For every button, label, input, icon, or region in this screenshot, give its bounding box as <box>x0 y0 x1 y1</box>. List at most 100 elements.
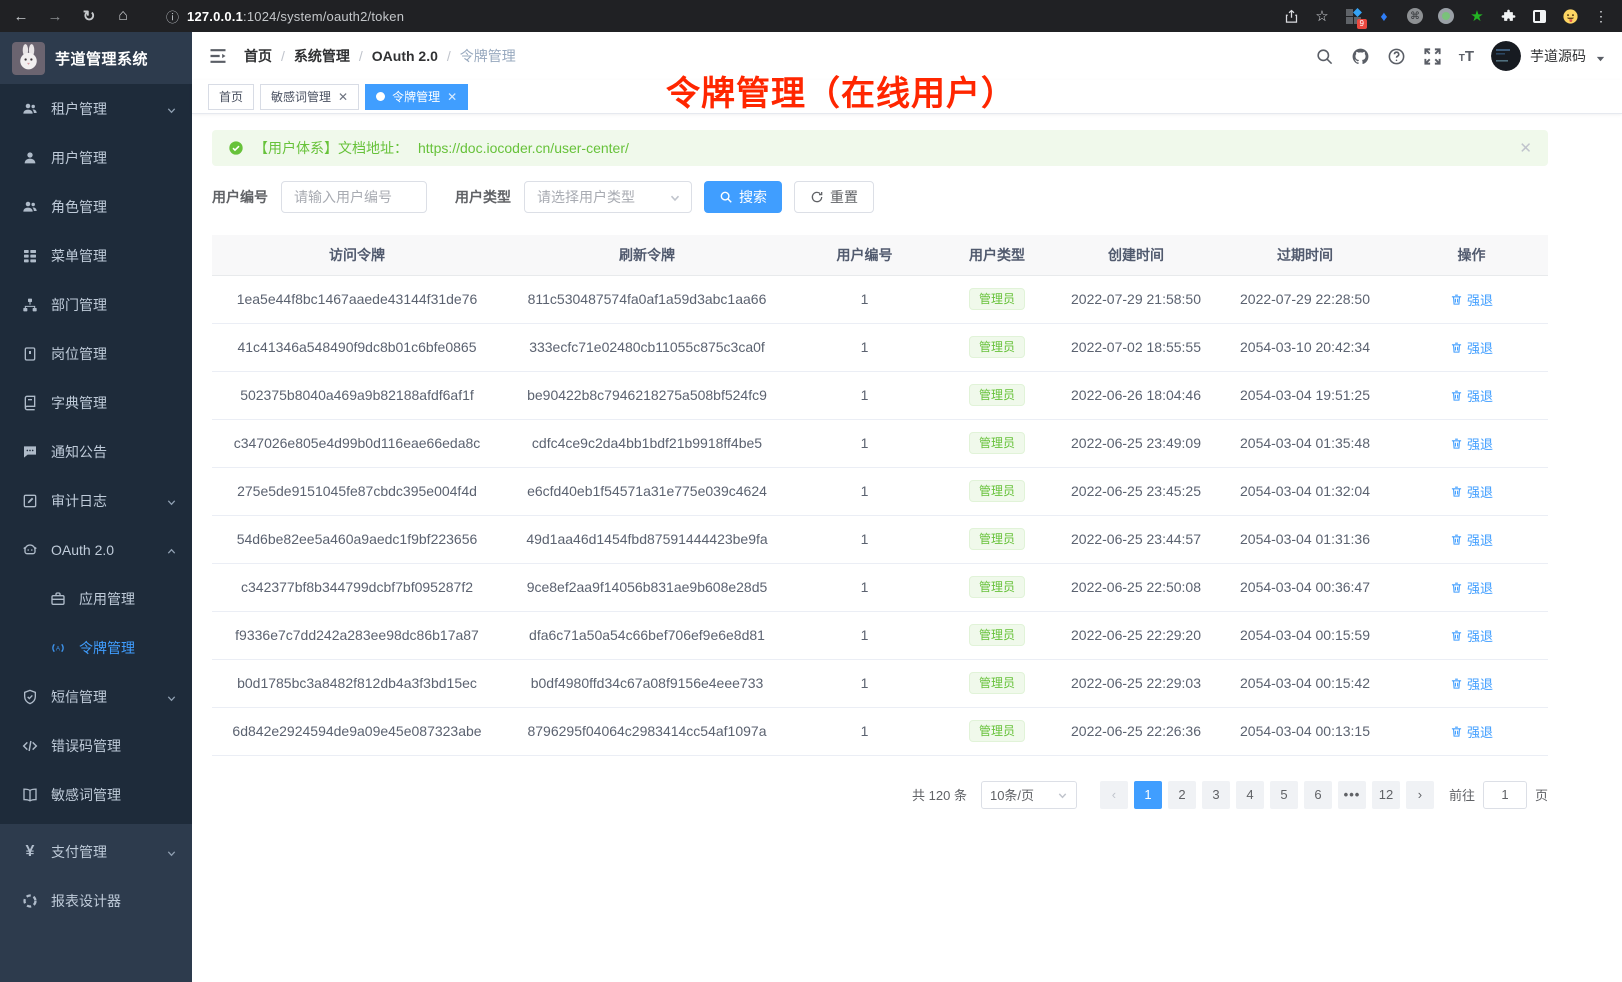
goto-page-input[interactable]: 1 <box>1483 781 1527 809</box>
split-screen-icon[interactable] <box>1530 7 1548 25</box>
force-logout-button[interactable]: 强退 <box>1450 674 1493 693</box>
sidebar-item-audit[interactable]: 审计日志 <box>0 476 192 525</box>
pager: ‹123456•••12› <box>1097 781 1437 809</box>
trash-icon <box>1450 485 1463 498</box>
sidebar-item-report[interactable]: 报表设计器 <box>0 876 192 925</box>
home-icon[interactable]: ⌂ <box>114 7 132 25</box>
extension-gem-icon[interactable]: ♦ <box>1375 7 1393 25</box>
sidebar-item-menu[interactable]: 菜单管理 <box>0 231 192 280</box>
chevron-down-icon <box>166 691 177 702</box>
user-id-input[interactable]: 请输入用户编号 <box>281 181 427 213</box>
sidebar-item-dept[interactable]: 部门管理 <box>0 280 192 329</box>
search-button[interactable]: 搜索 <box>704 181 782 213</box>
fullscreen-icon[interactable] <box>1423 47 1442 66</box>
sidebar-item-errorcode[interactable]: 错误码管理 <box>0 721 192 770</box>
close-icon[interactable]: ✕ <box>338 90 348 104</box>
tab-label: 首页 <box>219 88 243 105</box>
page-button-1[interactable]: 1 <box>1134 781 1162 809</box>
sidebar-item-pay[interactable]: ¥支付管理 <box>0 827 192 876</box>
avatar[interactable] <box>1491 41 1521 71</box>
back-icon[interactable]: ← <box>12 8 30 25</box>
reload-icon[interactable]: ↻ <box>80 7 98 25</box>
alert-doc-link[interactable]: https://doc.iocoder.cn/user-center/ <box>418 140 629 156</box>
force-logout-button[interactable]: 强退 <box>1450 578 1493 597</box>
close-icon[interactable]: ✕ <box>447 90 457 104</box>
force-logout-button[interactable]: 强退 <box>1450 434 1493 453</box>
sidebar-item-user[interactable]: 用户管理 <box>0 133 192 182</box>
force-logout-button[interactable]: 强退 <box>1450 722 1493 741</box>
share-icon[interactable] <box>1282 7 1300 25</box>
sidebar-item-sms[interactable]: 短信管理 <box>0 672 192 721</box>
logo-rabbit-image <box>12 42 45 75</box>
prev-page-button[interactable]: ‹ <box>1100 781 1128 809</box>
forward-icon[interactable]: → <box>46 8 64 25</box>
page-size-select[interactable]: 10条/页 <box>981 781 1077 809</box>
url-text: 127.0.0.1:1024/system/oauth2/token <box>187 9 404 24</box>
page-button-6[interactable]: 6 <box>1304 781 1332 809</box>
close-icon[interactable]: ✕ <box>1519 139 1532 157</box>
user-type-select[interactable]: 请选择用户类型 <box>524 181 692 213</box>
page-button-2[interactable]: 2 <box>1168 781 1196 809</box>
sidebar-item-post[interactable]: 岗位管理 <box>0 329 192 378</box>
bookmark-star-icon[interactable]: ☆ <box>1313 7 1331 25</box>
force-logout-button[interactable]: 强退 <box>1450 290 1493 309</box>
breadcrumb-item[interactable]: 系统管理 <box>294 46 350 66</box>
tab-敏感词管理[interactable]: 敏感词管理✕ <box>260 84 359 110</box>
force-logout-button[interactable]: 强退 <box>1450 530 1493 549</box>
sidebar-item-tenant[interactable]: 租户管理 <box>0 84 192 133</box>
total-count: 共 120 条 <box>912 785 967 804</box>
page-button-5[interactable]: 5 <box>1270 781 1298 809</box>
extension-apps-icon[interactable]: 9 <box>1344 7 1362 25</box>
help-icon[interactable] <box>1387 47 1406 66</box>
collapse-sidebar-icon[interactable] <box>208 46 228 66</box>
chevron-down-icon[interactable] <box>1595 51 1606 62</box>
extension-badge: 9 <box>1357 19 1367 29</box>
search-icon <box>719 190 733 204</box>
sidebar-item-label: 短信管理 <box>51 687 107 707</box>
created-time-cell: 2022-06-26 18:04:46 <box>1057 371 1215 419</box>
sidebar-item-role[interactable]: 角色管理 <box>0 182 192 231</box>
force-logout-button[interactable]: 强退 <box>1450 386 1493 405</box>
extension-record-icon[interactable] <box>1437 7 1455 25</box>
tab-首页[interactable]: 首页 <box>208 84 254 110</box>
force-logout-button[interactable]: 强退 <box>1450 338 1493 357</box>
breadcrumb-item[interactable]: 首页 <box>244 46 272 66</box>
github-icon[interactable] <box>1351 47 1370 66</box>
next-page-button[interactable]: › <box>1406 781 1434 809</box>
sidebar-item-oauth-token[interactable]: A令牌管理 <box>0 623 192 672</box>
menu-dots-icon[interactable]: ⋮ <box>1592 7 1610 25</box>
expire-time-cell: 2054-03-04 00:36:47 <box>1215 563 1395 611</box>
sidebar-item-sensitive[interactable]: 敏感词管理 <box>0 770 192 819</box>
refresh-token-cell: dfa6c71a50a54c66bef706ef9e6e8d81 <box>502 611 792 659</box>
sidebar-item-oauth-app[interactable]: 应用管理 <box>0 574 192 623</box>
info-icon[interactable]: ⓘ <box>166 7 179 26</box>
page-button-4[interactable]: 4 <box>1236 781 1264 809</box>
force-logout-button[interactable]: 强退 <box>1450 626 1493 645</box>
search-icon[interactable] <box>1315 47 1334 66</box>
reset-button[interactable]: 重置 <box>794 181 874 213</box>
user-name[interactable]: 芋道源码 <box>1530 46 1586 66</box>
extension-star-icon[interactable]: ★ <box>1468 7 1486 25</box>
column-header: 操作 <box>1395 235 1548 275</box>
trash-icon <box>1450 677 1463 690</box>
font-size-icon[interactable]: TT <box>1459 48 1474 65</box>
sidebar-item-label: 支付管理 <box>51 842 107 862</box>
page-button-3[interactable]: 3 <box>1202 781 1230 809</box>
sidebar-item-dict[interactable]: 字典管理 <box>0 378 192 427</box>
app-logo[interactable]: 芋道管理系统 <box>0 32 192 84</box>
svg-text:A: A <box>56 645 61 652</box>
force-logout-button[interactable]: 强退 <box>1450 482 1493 501</box>
emoji-icon[interactable] <box>1561 7 1579 25</box>
more-pages-button[interactable]: ••• <box>1338 781 1366 809</box>
page-button-12[interactable]: 12 <box>1372 781 1400 809</box>
address-bar[interactable]: ⓘ 127.0.0.1:1024/system/oauth2/token <box>166 7 1266 26</box>
sidebar-item-oauth2[interactable]: OAuth 2.0 <box>0 525 192 574</box>
chevron-down-icon <box>669 191 681 203</box>
tab-令牌管理[interactable]: 令牌管理✕ <box>365 84 468 110</box>
post-icon <box>22 346 38 362</box>
extension-command-icon[interactable]: ⌘ <box>1406 7 1424 25</box>
breadcrumb-item[interactable]: OAuth 2.0 <box>372 48 438 64</box>
access-token-cell: c342377bf8b344799dcbf7bf095287f2 <box>212 563 502 611</box>
sidebar-item-notice[interactable]: 通知公告 <box>0 427 192 476</box>
extension-puzzle-icon[interactable] <box>1499 7 1517 25</box>
